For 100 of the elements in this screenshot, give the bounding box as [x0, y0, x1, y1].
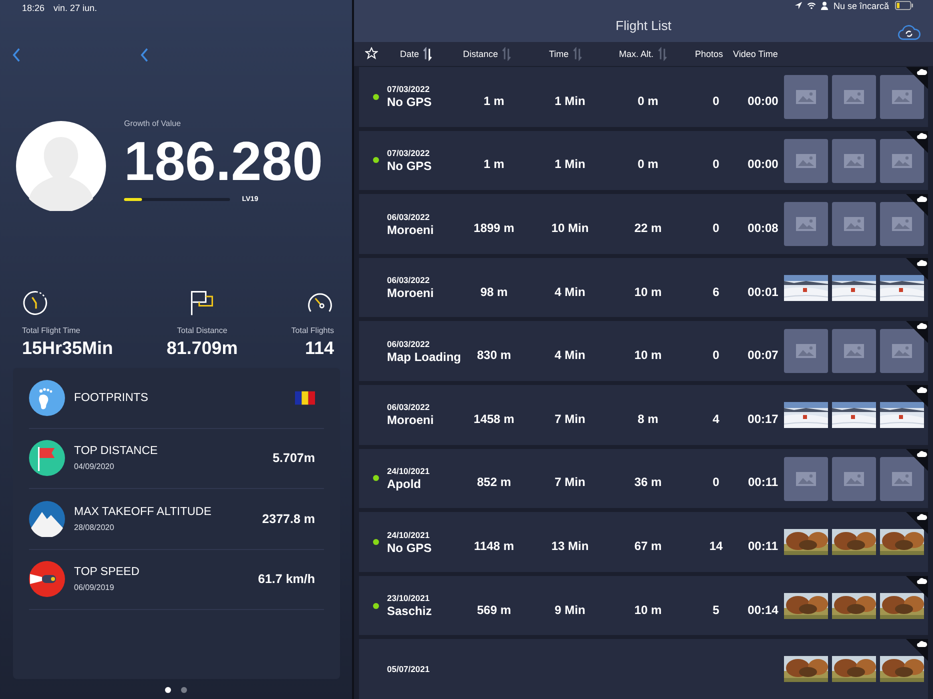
- battery-icon: [895, 1, 913, 10]
- thumbnail-placeholder[interactable]: [880, 138, 924, 183]
- image-icon: [892, 217, 912, 232]
- table-cell-text: 4: [712, 412, 720, 426]
- image-icon: [796, 154, 816, 168]
- stat-label: Total Distance: [177, 326, 228, 335]
- table-cell-text: 00:00: [746, 157, 780, 172]
- flight-row[interactable]: 05/07/2021: [359, 639, 928, 699]
- table-cell-text: 7 Min: [554, 475, 586, 490]
- back-icon[interactable]: [140, 48, 149, 62]
- record-date: 04/09/2020: [74, 462, 116, 472]
- stopwatch-icon: [22, 289, 50, 317]
- table-cell-text: 1458 m: [472, 412, 516, 426]
- flight-row[interactable]: 06/03/2022 Moroeni 1899 m 10 Min 22 m 0 00:08: [359, 194, 928, 254]
- flight-date: 05/07/2021: [387, 664, 431, 674]
- image-icon: [796, 217, 816, 232]
- flight-row[interactable]: 23/10/2021 Saschiz 569 m 9 Min 10 m 5 00:14: [359, 576, 928, 636]
- back-icon[interactable]: [12, 48, 21, 62]
- table-cell-text: 1 m: [482, 157, 506, 172]
- thumbnail-placeholder[interactable]: [832, 75, 876, 120]
- growth-value: 186.280: [124, 130, 323, 192]
- table-cell-text: 1899 m: [472, 221, 516, 236]
- column-header[interactable]: Time: [549, 46, 619, 61]
- flight-row[interactable]: 24/10/2021 No GPS 1148 m 13 Min 67 m 14 00:11: [359, 512, 928, 572]
- flight-place: Moroeni: [387, 413, 435, 428]
- rocket-icon: [29, 561, 65, 598]
- stat-value: 114: [304, 338, 334, 359]
- record-date: 28/08/2020: [74, 522, 116, 532]
- image-icon: [892, 90, 912, 104]
- column-header[interactable]: Date: [400, 46, 463, 61]
- table-cell-text: 0: [712, 348, 720, 362]
- table-cell-text: 13 Min: [550, 539, 590, 554]
- cloud-badge-icon: [906, 258, 928, 280]
- wifi-icon: [807, 1, 816, 10]
- cloud-sync-icon[interactable]: [897, 23, 921, 42]
- thumbnail-placeholder[interactable]: [784, 456, 828, 501]
- table-cell-text: 00:11: [746, 475, 780, 490]
- flight-row[interactable]: 06/03/2022 Moroeni 1458 m 7 Min 8 m 4 00:17: [359, 385, 928, 445]
- record-value: 2377.8 m: [262, 512, 315, 526]
- record-value: 61.7 km/h: [258, 572, 315, 586]
- flight-row[interactable]: 06/03/2022 Map Loading 830 m 4 Min 10 m 0 00:07: [359, 321, 928, 382]
- column-header[interactable]: Distance: [463, 46, 549, 61]
- table-cell-text: 0 m: [636, 94, 660, 108]
- table-cell-text: 00:07: [746, 348, 780, 362]
- image-icon: [796, 344, 816, 358]
- table-cell-text: 0: [712, 94, 720, 108]
- cloud-badge-icon: [906, 385, 928, 408]
- record-title: MAX TAKEOFF ALTITUDE: [74, 506, 212, 518]
- table-cell-text: 10 m: [633, 602, 663, 617]
- thumbnail-placeholder[interactable]: [784, 202, 828, 246]
- status-date: vin. 27 iun.: [54, 3, 98, 15]
- table-cell-text: 0: [712, 157, 720, 172]
- flight-row[interactable]: 24/10/2021 Apold 852 m 7 Min 36 m 0 00:11: [359, 448, 928, 508]
- table-cell-text: 00:14: [746, 602, 780, 617]
- cloud-badge-icon: [906, 67, 928, 90]
- page-title: Flight List: [616, 18, 672, 33]
- flight-place: Moroeni: [387, 286, 435, 300]
- cloud-badge-icon: [906, 639, 928, 662]
- table-cell-text: 00:00: [746, 94, 780, 108]
- thumbnail-placeholder[interactable]: [880, 329, 924, 374]
- flight-date: 06/03/2022: [387, 402, 431, 412]
- footprint-icon: [29, 380, 65, 416]
- flight-place: No GPS: [387, 158, 433, 173]
- flight-row[interactable]: 07/03/2022 No GPS 1 m 1 Min 0 m 0 00:00: [359, 67, 928, 127]
- mountain-icon: [29, 500, 65, 537]
- thumbnail-placeholder[interactable]: [784, 329, 828, 374]
- flight-row[interactable]: 06/03/2022 Moroeni 98 m 4 Min 10 m 6 00:01: [359, 258, 928, 318]
- page-dot[interactable]: [165, 687, 171, 693]
- table-cell-text: 4 Min: [554, 348, 586, 362]
- thumbnail-placeholder[interactable]: [832, 138, 876, 183]
- person-icon: [820, 1, 830, 10]
- stat-value: 15Hr35Min: [22, 338, 114, 359]
- image-icon: [892, 344, 912, 358]
- thumbnail-placeholder[interactable]: [832, 456, 876, 501]
- table-cell-text: 00:11: [746, 539, 780, 554]
- table-cell-text: 1148 m: [472, 539, 516, 554]
- thumbnail-placeholder[interactable]: [880, 202, 924, 246]
- table-cell-text: 98 m: [479, 284, 509, 299]
- table-cell-text: 67 m: [633, 539, 663, 554]
- thumbnail-placeholder[interactable]: [832, 329, 876, 374]
- flight-place: No GPS: [387, 540, 433, 555]
- thumbnail-placeholder[interactable]: [880, 456, 924, 501]
- thumbnail-placeholder[interactable]: [784, 138, 828, 183]
- table-cell-text: 5: [712, 602, 720, 617]
- table-cell-text: 4 Min: [554, 284, 586, 299]
- table-cell-text: 14: [708, 539, 724, 554]
- flight-row[interactable]: 07/03/2022 No GPS 1 m 1 Min 0 m 0 00:00: [359, 130, 928, 190]
- record-date: 06/09/2019: [74, 583, 116, 592]
- record-title: TOP SPEED: [74, 566, 140, 578]
- table-cell-text: 569 m: [476, 602, 512, 617]
- star-icon[interactable]: [365, 47, 378, 60]
- cloud-badge-icon: [906, 130, 928, 153]
- column-header[interactable]: Max. Alt.: [619, 46, 683, 61]
- thumbnail-placeholder[interactable]: [832, 202, 876, 246]
- table-cell-text: 36 m: [633, 475, 663, 490]
- thumbnail-placeholder[interactable]: [784, 75, 828, 120]
- page-dot[interactable]: [181, 687, 187, 693]
- table-cell-text: 00:08: [746, 221, 780, 236]
- cloud-badge-icon: [906, 576, 928, 598]
- thumbnail-placeholder[interactable]: [880, 75, 924, 120]
